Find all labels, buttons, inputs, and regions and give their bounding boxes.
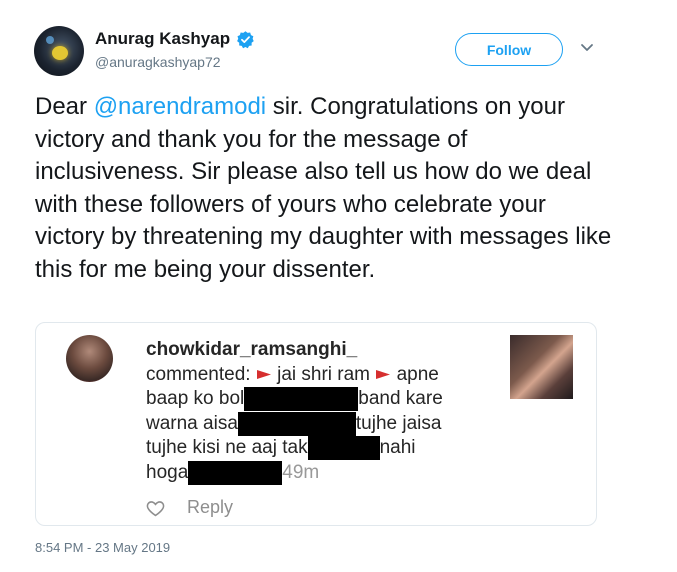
comment-part: band kare <box>358 388 443 409</box>
tweet-text: Dear @narendramodi sir. Congratulations … <box>35 91 615 287</box>
tweet-text-before: Dear <box>35 93 94 120</box>
tweet-timestamp[interactable]: 8:54 PM - 23 May 2019 <box>35 540 170 555</box>
post-thumbnail <box>510 335 573 399</box>
tweet-text-after: sir. Congratulations on your victory and… <box>35 93 612 283</box>
comment-part: nahi <box>379 437 416 458</box>
comment-part: apne <box>396 363 439 385</box>
comment-part: hoga <box>146 461 189 483</box>
redaction-bar <box>244 387 359 411</box>
red-triangle-flag-icon <box>376 369 391 379</box>
comment-part: warna aisa <box>146 412 238 434</box>
redaction-bar <box>237 411 356 436</box>
comment-part: jai shri ram <box>277 363 371 385</box>
comment-username: chowkidar_ramsanghi_ <box>146 339 358 360</box>
redaction-bar <box>188 460 283 485</box>
comment-part: tujhe kisi ne aaj tak <box>146 437 308 458</box>
avatar-detail <box>46 36 54 44</box>
comment-part: tujhe jaisa <box>355 412 442 434</box>
follow-button[interactable]: Follow <box>455 33 563 66</box>
comment-text: chowkidar_ramsanghi_ commented: jai shri… <box>146 338 506 485</box>
author-name[interactable]: Anurag Kashyap <box>95 29 230 49</box>
redaction-bar <box>307 436 380 460</box>
author-handle[interactable]: @anuragkashyap72 <box>95 54 221 70</box>
red-triangle-flag-icon <box>256 369 271 379</box>
reply-link[interactable]: Reply <box>187 497 233 518</box>
comment-part: baap ko bol <box>146 388 245 409</box>
heart-icon[interactable] <box>146 500 165 517</box>
author-avatar[interactable] <box>34 26 84 76</box>
comment-time-ago: 49m <box>282 461 320 483</box>
verified-badge-icon <box>237 31 254 49</box>
embedded-screenshot-card[interactable]: chowkidar_ramsanghi_ commented: jai shri… <box>35 322 597 526</box>
chevron-down-icon[interactable] <box>580 43 594 53</box>
mention-link[interactable]: @narendramodi <box>94 93 266 120</box>
avatar-detail <box>52 46 68 60</box>
commenter-avatar <box>66 335 113 382</box>
commented-label: commented: <box>146 363 251 385</box>
